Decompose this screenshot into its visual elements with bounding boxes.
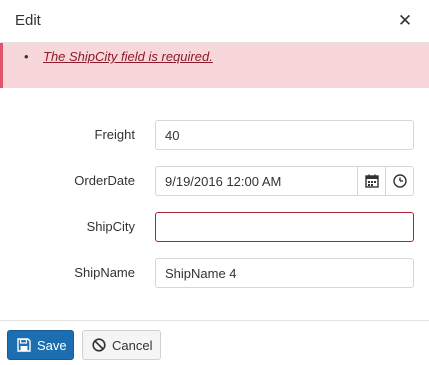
- ship-city-row: ShipCity: [0, 212, 429, 242]
- freight-input[interactable]: [156, 121, 413, 149]
- order-date-label: OrderDate: [74, 173, 135, 188]
- ship-city-field: [155, 212, 414, 242]
- clock-icon[interactable]: [385, 167, 413, 195]
- dialog-titlebar: Edit ✕: [0, 0, 429, 43]
- cancel-label: Cancel: [112, 337, 153, 353]
- close-icon[interactable]: ✕: [397, 12, 413, 30]
- freight-label: Freight: [94, 127, 135, 142]
- ship-name-field: [155, 258, 414, 288]
- validation-summary: • The ShipCity field is required.: [0, 43, 429, 88]
- cancel-button[interactable]: Cancel: [82, 330, 161, 360]
- freight-row: Freight: [0, 120, 429, 150]
- bullet-icon: •: [24, 49, 29, 64]
- freight-field: [155, 120, 414, 150]
- ship-name-label: ShipName: [74, 265, 135, 280]
- ship-city-label: ShipCity: [86, 219, 135, 234]
- cancel-icon: [92, 338, 106, 352]
- save-icon: [17, 338, 31, 352]
- validation-message-text[interactable]: The ShipCity field is required.: [43, 49, 213, 64]
- order-date-field: [155, 166, 414, 196]
- dialog-title: Edit: [15, 12, 41, 29]
- edit-dialog: Edit ✕ • The ShipCity field is required.…: [0, 0, 429, 365]
- calendar-icon[interactable]: [357, 167, 385, 195]
- ship-city-input[interactable]: [156, 213, 413, 241]
- order-date-input[interactable]: [156, 167, 358, 195]
- order-date-row: OrderDate: [0, 166, 429, 196]
- ship-name-input[interactable]: [156, 259, 413, 287]
- dialog-footer: Save Cancel: [0, 320, 429, 365]
- ship-name-row: ShipName: [0, 258, 429, 288]
- save-button[interactable]: Save: [7, 330, 74, 360]
- save-label: Save: [37, 337, 67, 353]
